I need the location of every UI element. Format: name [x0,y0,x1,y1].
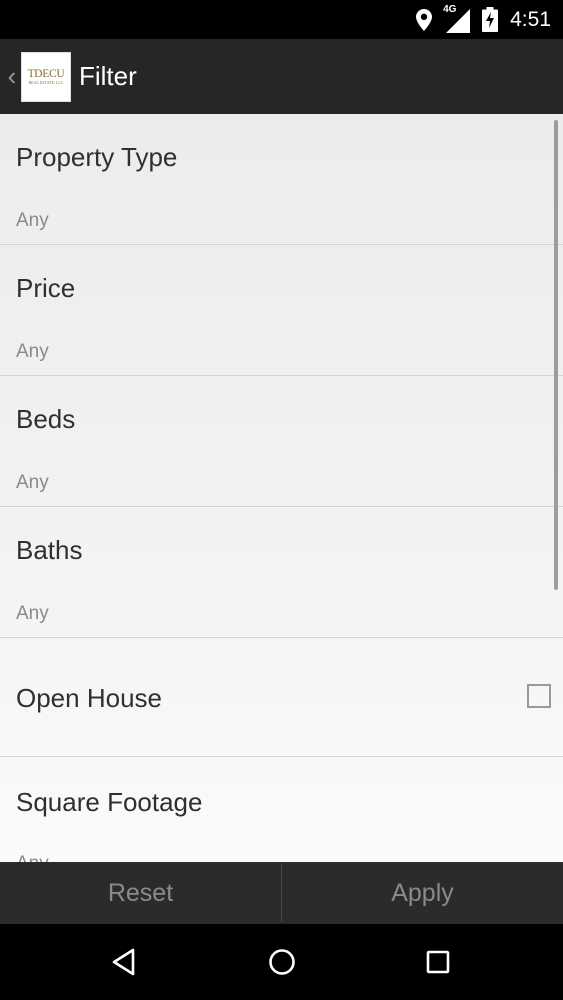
filter-item-value: Any [16,341,49,362]
filter-item-title: Open House [16,683,162,713]
network-type-label: 4G [443,3,457,15]
filter-item-beds[interactable]: Beds Any [0,376,563,507]
back-chevron-icon[interactable]: ‹ [3,39,21,114]
filter-item-title: Price [16,273,76,303]
filter-item-property-type[interactable]: Property Type Any [0,114,563,245]
nav-recents-icon[interactable] [418,942,458,982]
nav-home-icon[interactable] [262,942,302,982]
reset-button[interactable]: Reset [0,862,281,924]
status-bar: 4G 4:51 [0,0,563,39]
filter-item-open-house[interactable]: Open House [0,638,563,757]
filter-item-title: Baths [16,535,83,565]
filter-list[interactable]: Property Type Any Price Any Beds Any Bat… [0,114,563,862]
filter-item-baths[interactable]: Baths Any [0,507,563,638]
filter-item-square-footage[interactable]: Square Footage Any [0,757,563,862]
action-bar: Reset Apply [0,862,563,924]
nav-back-icon[interactable] [104,942,144,982]
app-logo[interactable]: TDECU REAL ESTATE, LLC [21,51,71,102]
apply-button[interactable]: Apply [282,862,563,924]
app-bar: ‹ TDECU REAL ESTATE, LLC Filter [0,39,563,114]
status-time: 4:51 [510,7,551,31]
filter-item-value: Any [16,472,49,493]
cell-signal-icon: 4G [443,3,471,33]
nav-bar [0,924,563,1000]
logo-main-text: TDECU [27,68,65,80]
filter-item-title: Beds [16,404,76,434]
filter-item-value: Any [16,603,49,624]
filter-item-title: Square Footage [16,787,203,817]
logo-sub-text: REAL ESTATE, LLC [28,80,64,85]
filter-item-value: Any [16,853,49,862]
filter-item-title: Property Type [16,142,178,172]
page-title: Filter [79,61,137,91]
scrollbar[interactable] [554,120,558,590]
filter-item-price[interactable]: Price Any [0,245,563,376]
battery-charging-icon [482,7,499,32]
status-icons: 4G 4:51 [416,0,551,39]
filter-item-value: Any [16,210,49,231]
open-house-checkbox[interactable] [527,684,551,708]
location-pin-icon [416,8,433,31]
